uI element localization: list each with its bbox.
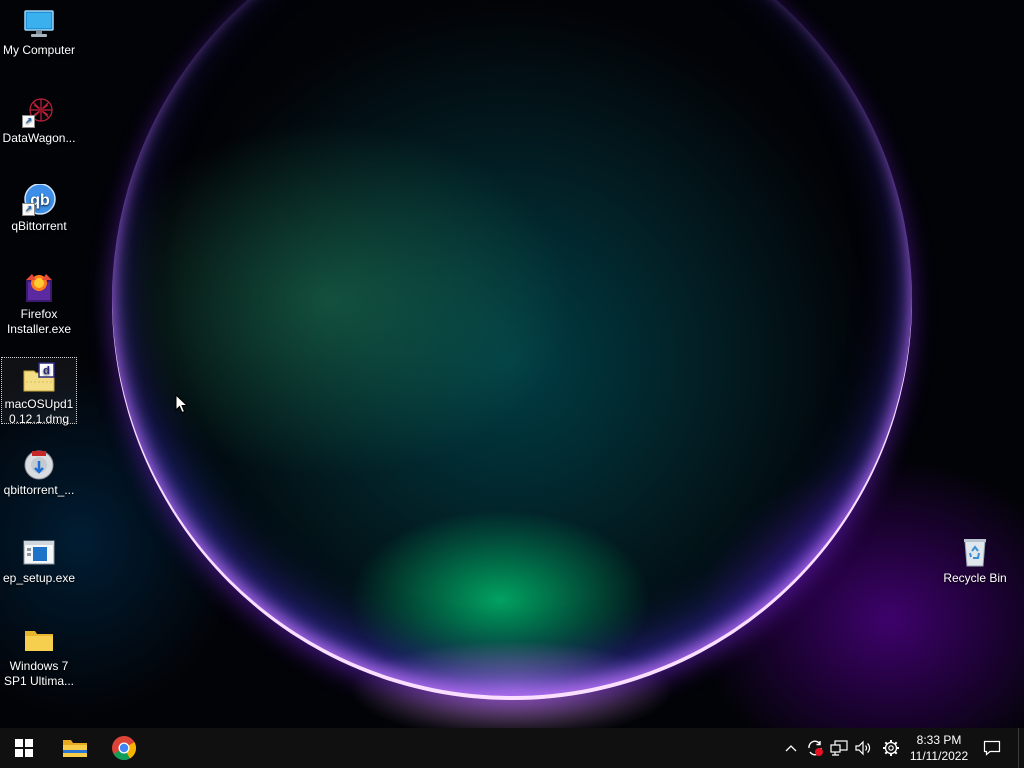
chrome-icon xyxy=(112,736,137,761)
taskbar-clock[interactable]: 8:33 PM 11/11/2022 xyxy=(902,730,976,768)
desktop-icon-label: Recycle Bin xyxy=(943,571,1007,585)
desktop[interactable]: My Computer ↗ DataWagon... qb ↗ qBittorr… xyxy=(0,0,1024,728)
sync-error-icon xyxy=(808,740,823,756)
desktop-icon-label: Firefox Installer.exe xyxy=(6,307,72,336)
installer-disc-icon xyxy=(22,448,56,480)
wallpaper-orb-glow xyxy=(112,0,912,700)
tray-network-button[interactable] xyxy=(828,728,850,768)
desktop-icon-qbittorrent-installer[interactable]: qbittorrent_... xyxy=(1,444,77,498)
svg-text:d: d xyxy=(43,365,50,377)
folder-icon xyxy=(22,624,56,656)
desktop-icon-windows7-folder[interactable]: Windows 7 SP1 Ultima... xyxy=(1,620,77,689)
taskbar: 8:33 PM 11/11/2022 xyxy=(0,728,1024,768)
mouse-cursor-icon xyxy=(175,394,189,414)
wallpaper-orb-ring xyxy=(112,0,912,700)
volume-icon xyxy=(855,740,871,756)
datawagon-icon: ↗ xyxy=(22,96,56,128)
shortcut-arrow-icon: ↗ xyxy=(22,203,35,216)
desktop-icon-label: ep_setup.exe xyxy=(2,571,76,585)
desktop-icon-my-computer[interactable]: My Computer xyxy=(1,4,77,58)
windows-start-icon xyxy=(15,739,33,757)
chevron-up-icon xyxy=(785,745,797,752)
desktop-icon-firefox-installer[interactable]: Firefox Installer.exe xyxy=(1,268,77,337)
show-hidden-icons-button[interactable] xyxy=(780,728,802,768)
settings-gear-icon xyxy=(883,740,899,756)
tray-volume-button[interactable] xyxy=(852,728,874,768)
clock-time: 8:33 PM xyxy=(916,733,962,747)
desktop-icon-label: qbittorrent_... xyxy=(3,483,75,497)
desktop-icon-qbittorrent[interactable]: qb ↗ qBittorrent xyxy=(1,180,77,234)
dmg-file-icon: d xyxy=(22,362,56,394)
recycle-bin-icon xyxy=(958,536,992,568)
file-explorer-icon xyxy=(63,740,87,757)
firefox-installer-icon xyxy=(22,272,56,304)
desktop-icon-label: Windows 7 SP1 Ultima... xyxy=(3,659,75,688)
clock-date: 11/11/2022 xyxy=(909,749,969,763)
desktop-icon-macos-dmg[interactable]: d macOSUpd10.12.1.dmg xyxy=(1,357,77,426)
desktop-icon-recycle-bin[interactable]: Recycle Bin xyxy=(937,532,1013,586)
qbittorrent-icon: qb ↗ xyxy=(22,183,56,216)
desktop-icon-ep-setup[interactable]: ep_setup.exe xyxy=(1,532,77,586)
monitor-icon xyxy=(22,8,56,40)
tray-sync-button[interactable] xyxy=(804,728,826,768)
notification-icon xyxy=(983,740,1001,756)
show-desktop-divider[interactable] xyxy=(1018,728,1019,768)
tray-settings-button[interactable] xyxy=(880,728,902,768)
desktop-icon-label: qBittorrent xyxy=(11,219,67,233)
taskbar-file-explorer-button[interactable] xyxy=(51,728,99,768)
desktop-icon-label: macOSUpd10.12.1.dmg xyxy=(4,397,74,426)
action-center-button[interactable] xyxy=(976,728,1008,768)
desktop-icon-label: My Computer xyxy=(2,43,76,57)
setup-exe-icon xyxy=(22,536,56,568)
shortcut-arrow-icon: ↗ xyxy=(22,115,35,128)
start-button[interactable] xyxy=(0,728,48,768)
desktop-icon-datawagon[interactable]: ↗ DataWagon... xyxy=(1,92,77,146)
desktop-icon-label: DataWagon... xyxy=(2,131,76,145)
network-icon xyxy=(830,740,848,756)
taskbar-chrome-button[interactable] xyxy=(100,728,148,768)
